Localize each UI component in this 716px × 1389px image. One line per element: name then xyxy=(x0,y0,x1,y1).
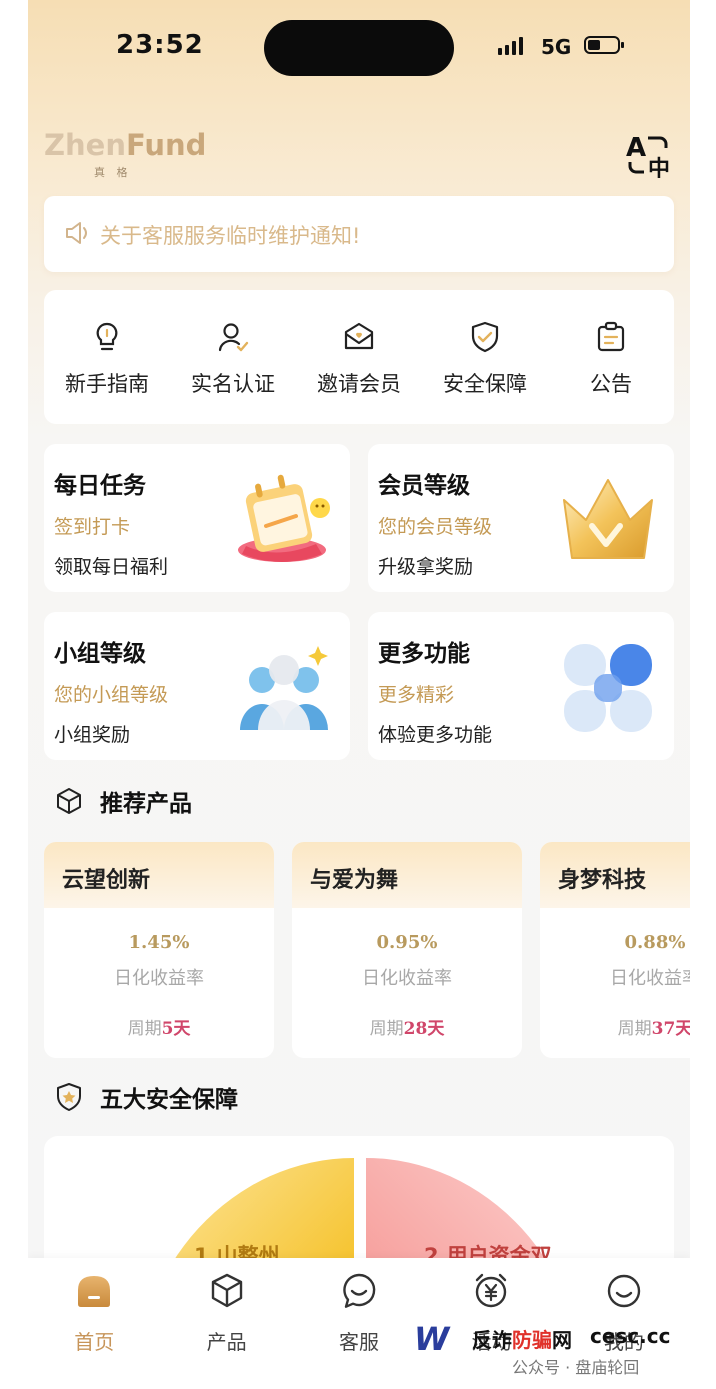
quick-entry-security[interactable]: 安全保障 xyxy=(422,290,548,424)
product-period: 周期5天 xyxy=(127,1019,191,1039)
alarm-yen-icon xyxy=(476,1273,507,1308)
logo-text-a: Zhen xyxy=(44,128,126,162)
dynamic-island xyxy=(264,20,454,76)
watermark-title: 反诈防骗网 xyxy=(472,1328,572,1352)
product-rate: 0.88% xyxy=(624,932,686,953)
daily-task-card[interactable]: 每日任务 签到打卡 领取每日福利 xyxy=(44,444,350,592)
card-desc: 升级拿奖励 xyxy=(378,556,474,578)
product-period: 周期37天 xyxy=(617,1019,690,1039)
product-rate-label: 日化收益率 xyxy=(362,968,452,989)
product-card[interactable]: 与爱为舞 0.95% 日化收益率 周期28天 xyxy=(292,842,522,1058)
card-title: 会员等级 xyxy=(378,473,470,499)
card-desc: 体验更多功能 xyxy=(378,724,493,746)
quick-entry-label: 实名认证 xyxy=(191,372,275,396)
app-logo: ZhenFund 真 格 xyxy=(44,128,207,179)
product-card[interactable]: 云望创新 1.45% 日化收益率 周期5天 xyxy=(44,842,274,1058)
card-subtitle: 您的会员等级 xyxy=(378,516,493,538)
quick-entry-guide[interactable]: 新手指南 xyxy=(44,290,170,424)
network-label: 5G xyxy=(541,35,572,59)
recommended-header: 推荐产品 xyxy=(54,784,192,818)
card-desc: 小组奖励 xyxy=(54,724,131,746)
product-rate: 1.45% xyxy=(128,932,190,953)
product-name: 云望创新 xyxy=(62,868,151,893)
card-title: 每日任务 xyxy=(54,473,146,499)
product-period: 周期28天 xyxy=(369,1019,445,1039)
cube-icon xyxy=(211,1273,242,1308)
watermark: W 反诈防骗网 cesc.cc 公众号 · 盘庙轮回 xyxy=(414,1316,704,1386)
quick-entry-label: 公告 xyxy=(590,372,632,396)
invite-mail-icon xyxy=(344,322,374,350)
customer-service-icon xyxy=(343,1273,376,1308)
tab-label: 客服 xyxy=(339,1330,380,1354)
announcement-icon xyxy=(597,321,625,352)
product-rate: 0.95% xyxy=(376,932,438,953)
product-rate-label: 日化收益率 xyxy=(610,968,690,989)
watermark-logo: W xyxy=(414,1320,450,1358)
card-title: 小组等级 xyxy=(54,641,146,667)
battery-icon xyxy=(584,36,624,54)
svg-text:中: 中 xyxy=(648,157,670,178)
svg-text:A: A xyxy=(626,133,646,163)
product-rate-label: 日化收益率 xyxy=(114,968,204,989)
crown-illustration xyxy=(563,479,653,559)
home-icon xyxy=(78,1276,111,1307)
calendar-illustration xyxy=(238,474,330,562)
group-level-card[interactable]: 小组等级 您的小组等级 小组奖励 xyxy=(44,612,350,760)
member-level-card[interactable]: 会员等级 您的会员等级 升级拿奖励 xyxy=(368,444,674,592)
language-switch-button[interactable]: A 中 xyxy=(626,132,674,182)
logo-subtitle: 真 格 xyxy=(94,166,132,179)
shield-star-icon xyxy=(57,1083,81,1111)
tab-products[interactable]: 产品 xyxy=(160,1258,292,1389)
product-name: 与爱为舞 xyxy=(310,868,399,893)
section-title: 推荐产品 xyxy=(100,791,192,817)
watermark-subtitle: 公众号 · 盘庙轮回 xyxy=(512,1358,640,1377)
section-title: 五大安全保障 xyxy=(100,1087,238,1113)
card-title: 更多功能 xyxy=(378,641,470,667)
tab-label: 首页 xyxy=(74,1330,115,1354)
lightbulb-icon xyxy=(96,322,118,351)
quick-entry-label: 安全保障 xyxy=(443,372,527,396)
product-name: 身梦科技 xyxy=(558,868,647,893)
quick-entry-invite[interactable]: 邀请会员 xyxy=(296,290,422,424)
notice-bar[interactable]: 关于客服服务临时维护通知! xyxy=(44,196,674,272)
logo-text-b: Fund xyxy=(126,128,207,162)
clover-illustration xyxy=(564,644,652,732)
translate-icon: A 中 xyxy=(626,133,670,182)
profile-icon xyxy=(607,1274,641,1308)
card-subtitle: 签到打卡 xyxy=(54,516,131,538)
notice-text: 关于客服服务临时维护通知! xyxy=(100,224,361,248)
quick-entry-bar: 新手指南 实名认证 邀请会员 安全保障 公告 xyxy=(44,290,674,424)
quick-entry-announcement[interactable]: 公告 xyxy=(548,290,674,424)
product-card[interactable]: 身梦科技 0.88% 日化收益率 周期37天 xyxy=(540,842,690,1058)
tab-home[interactable]: 首页 xyxy=(28,1258,160,1389)
quick-entry-verify[interactable]: 实名认证 xyxy=(170,290,296,424)
card-desc: 领取每日福利 xyxy=(54,556,169,578)
group-illustration xyxy=(240,646,328,730)
signal-icon xyxy=(498,37,523,55)
quick-entry-label: 新手指南 xyxy=(65,372,149,396)
speaker-icon xyxy=(66,222,87,244)
safety-header: 五大安全保障 xyxy=(54,1080,238,1114)
tab-service[interactable]: 客服 xyxy=(293,1258,425,1389)
watermark-domain: cesc.cc xyxy=(590,1324,671,1348)
status-time: 23:52 xyxy=(116,30,204,60)
card-subtitle: 更多精彩 xyxy=(378,684,455,706)
box-icon xyxy=(57,788,81,814)
shield-check-icon xyxy=(471,321,499,353)
tab-label: 产品 xyxy=(206,1330,247,1354)
user-verify-icon xyxy=(218,323,249,352)
quick-entry-label: 邀请会员 xyxy=(317,372,401,396)
more-features-card[interactable]: 更多功能 更多精彩 体验更多功能 xyxy=(368,612,674,760)
phone-screen: 23:52 5G ZhenFund 真 格 A 中 关于客服服务临时维护通知! xyxy=(28,0,690,1389)
card-subtitle: 您的小组等级 xyxy=(54,684,169,706)
